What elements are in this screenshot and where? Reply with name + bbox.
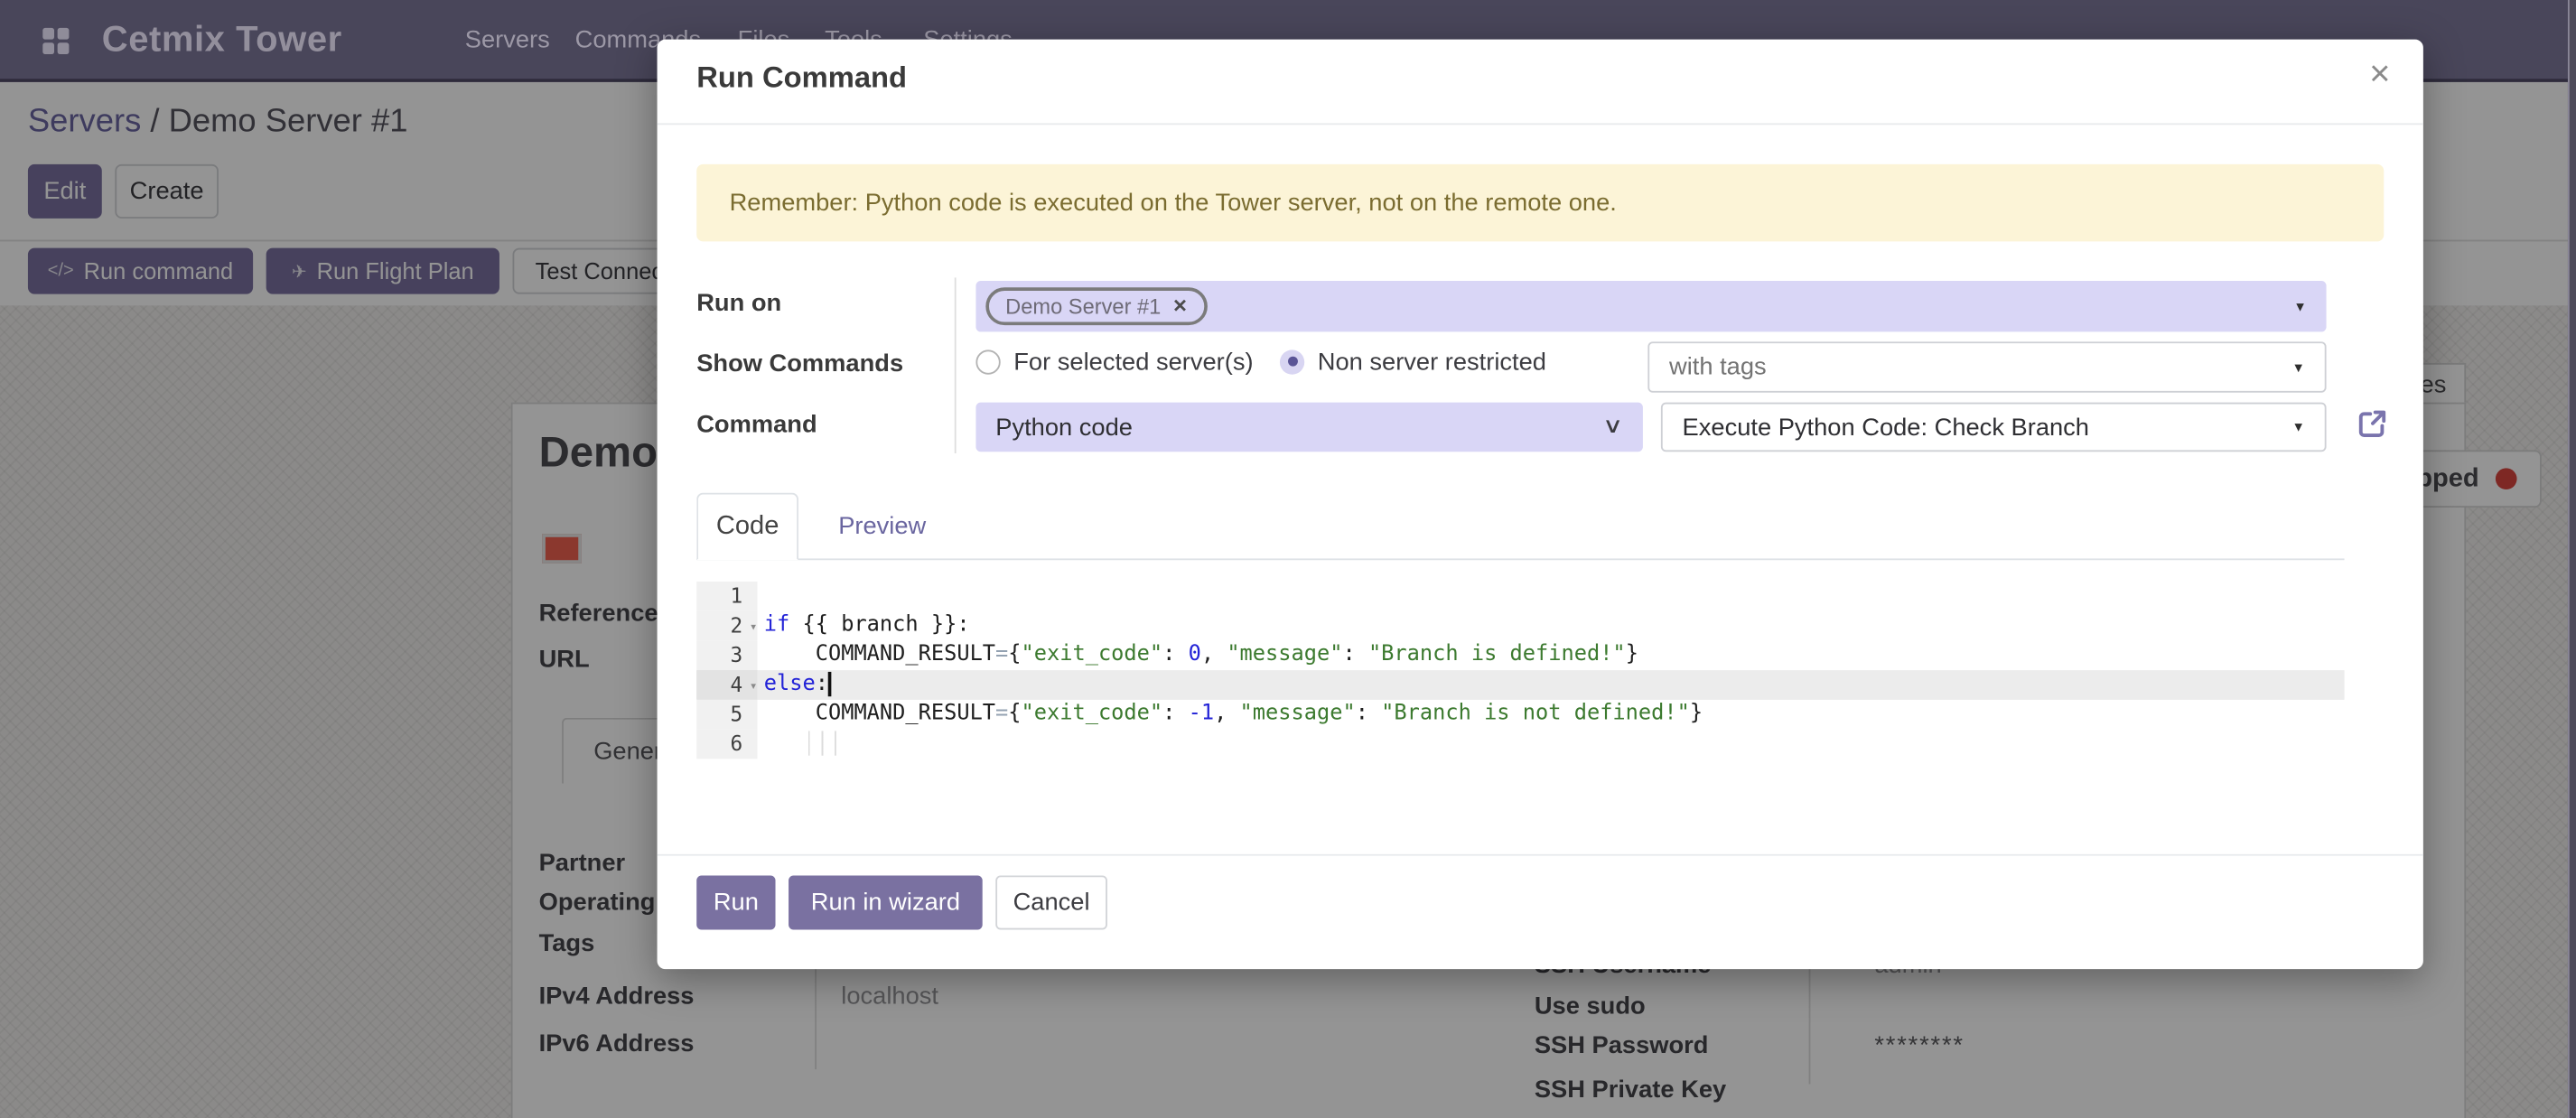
command-select[interactable]: Execute Python Code: Check Branch ▼	[1661, 403, 2327, 452]
radio-non-server-restricted[interactable]: Non server restricted	[1280, 341, 1546, 381]
app-brand[interactable]: Cetmix Tower	[102, 18, 342, 61]
cancel-button[interactable]: Cancel	[995, 875, 1107, 929]
chevron-down-icon: ∨	[1603, 413, 1624, 439]
grid-square	[58, 28, 70, 40]
fold-arrow-icon[interactable]: ▾	[750, 672, 758, 702]
text-cursor	[828, 672, 832, 696]
grid-square	[42, 42, 54, 54]
tab-code[interactable]: Code	[696, 493, 798, 561]
scrollbar-strip[interactable]	[2568, 0, 2576, 1118]
code-line-text: if {{ branch }}:	[764, 611, 970, 641]
run-on-input[interactable]: Demo Server #1 ✕ ▼	[975, 281, 2326, 331]
close-icon[interactable]: ×	[2369, 56, 2390, 92]
code-line[interactable]: 5 COMMAND_RESULT={"exit_code": -1, "mess…	[696, 700, 2344, 730]
command-label: Command	[696, 411, 817, 439]
grid-square	[58, 42, 70, 54]
remove-tag-icon[interactable]: ✕	[1172, 295, 1188, 317]
tabs-divider	[696, 558, 2344, 560]
caret-down-icon[interactable]: ▼	[2293, 299, 2306, 313]
caret-down-icon: ▼	[2292, 359, 2305, 374]
server-tag[interactable]: Demo Server #1 ✕	[985, 287, 1207, 325]
code-line[interactable]: 3 COMMAND_RESULT={"exit_code": 0, "messa…	[696, 640, 2344, 670]
run-button[interactable]: Run	[696, 875, 775, 929]
grid-square	[42, 28, 54, 40]
radio-on-icon[interactable]	[1280, 349, 1304, 374]
modal-header-divider	[658, 123, 2423, 125]
external-link-icon[interactable]	[2356, 407, 2388, 440]
radio-off-icon[interactable]	[975, 349, 1000, 374]
command-value: Execute Python Code: Check Branch	[1683, 413, 2089, 441]
radio-non-restricted-label: Non server restricted	[1318, 348, 1546, 376]
line-number: 5	[696, 700, 757, 730]
radio-for-selected-label: For selected server(s)	[1013, 348, 1253, 376]
run-in-wizard-button[interactable]: Run in wizard	[789, 875, 983, 929]
code-editor[interactable]: 12▾if {{ branch }}:3 COMMAND_RESULT={"ex…	[696, 582, 2344, 759]
command-type-select[interactable]: Python code ∨	[975, 403, 1642, 452]
line-number: 1	[696, 582, 757, 611]
show-commands-label: Show Commands	[696, 349, 903, 377]
form-label-divider	[955, 277, 957, 453]
line-number: 4▾	[696, 670, 757, 700]
line-number: 3	[696, 640, 757, 670]
code-line[interactable]: 6	[696, 730, 2344, 759]
code-line-text	[764, 730, 836, 759]
code-line-text: else:	[764, 670, 832, 700]
code-line-text: COMMAND_RESULT={"exit_code": 0, "message…	[764, 640, 1638, 670]
run-on-label: Run on	[696, 289, 781, 317]
modal-title: Run Command	[696, 61, 907, 95]
app-window: Cetmix Tower Servers Commands Files Tool…	[0, 0, 2576, 1118]
run-command-modal: Run Command × Remember: Python code is e…	[658, 40, 2423, 969]
line-number: 2▾	[696, 611, 757, 641]
code-line[interactable]: 2▾if {{ branch }}:	[696, 611, 2344, 641]
server-tag-label: Demo Server #1	[1005, 294, 1161, 319]
topbar-menu-servers[interactable]: Servers	[465, 26, 550, 54]
code-line-text: COMMAND_RESULT={"exit_code": -1, "messag…	[764, 700, 1703, 730]
command-type-value: Python code	[995, 413, 1133, 441]
radio-for-selected-servers[interactable]: For selected server(s)	[975, 341, 1253, 381]
tags-select-placeholder: with tags	[1669, 353, 1767, 381]
apps-grid-icon[interactable]	[42, 28, 70, 56]
fold-arrow-icon[interactable]: ▾	[750, 612, 758, 642]
line-number: 6	[696, 730, 757, 759]
caret-down-icon: ▼	[2292, 420, 2305, 434]
code-line[interactable]: 4▾else:	[696, 670, 2344, 700]
screenshot-stage: Cetmix Tower Servers Commands Files Tool…	[0, 0, 2576, 1118]
warning-alert: Remember: Python code is executed on the…	[696, 164, 2384, 241]
code-editor-lines: 12▾if {{ branch }}:3 COMMAND_RESULT={"ex…	[696, 582, 2344, 759]
modal-footer-divider	[658, 854, 2423, 856]
indent-guides-icon	[808, 731, 836, 755]
tab-preview[interactable]: Preview	[818, 493, 947, 561]
warning-text: Remember: Python code is executed on the…	[730, 189, 1617, 217]
tags-select[interactable]: with tags ▼	[1647, 341, 2326, 392]
code-line[interactable]: 1	[696, 582, 2344, 611]
